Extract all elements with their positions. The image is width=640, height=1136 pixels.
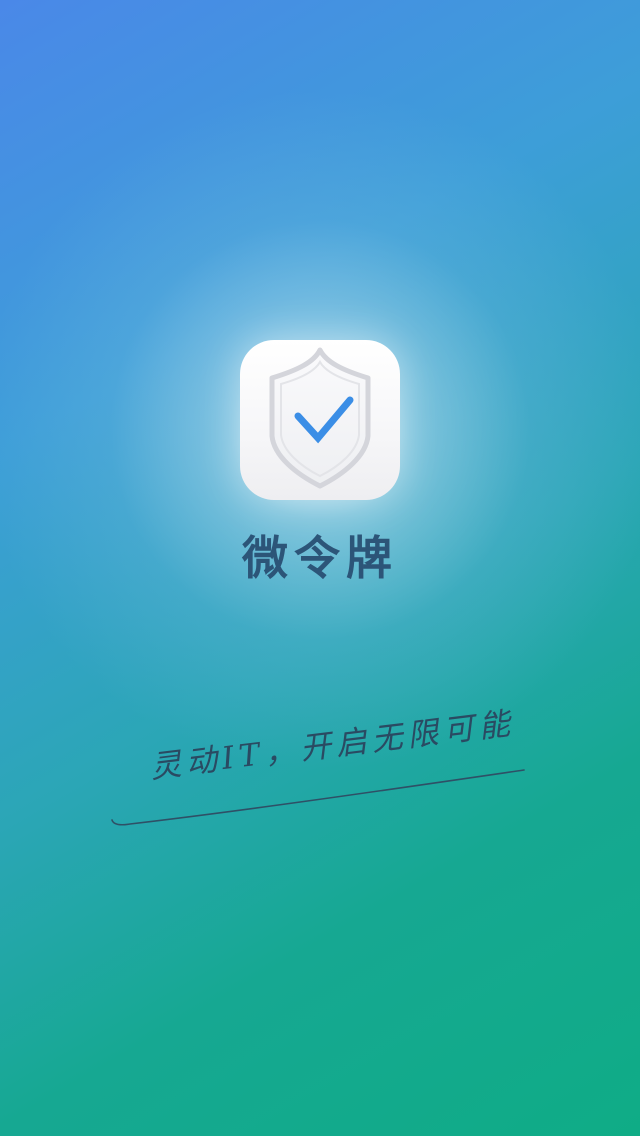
app-name: 微令牌 — [242, 531, 398, 585]
app-logo — [240, 340, 400, 500]
splash-screen: 微令牌 灵动IT，开启无限可能 — [0, 0, 640, 1136]
shield-check-icon — [269, 347, 371, 489]
slogan-underline — [111, 769, 525, 826]
slogan: 灵动IT，开启无限可能 — [100, 705, 540, 840]
